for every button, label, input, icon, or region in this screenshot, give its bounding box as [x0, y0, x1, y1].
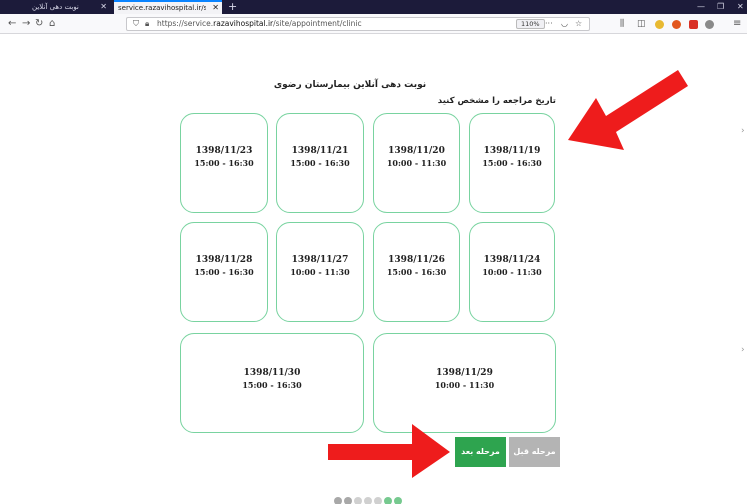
slot-date: 1398/11/23 — [195, 146, 253, 156]
annotation-arrow-icon — [568, 70, 688, 150]
browser-tab-strip: نوبت دهی آنلاین ✕ service.razavihospital… — [0, 0, 747, 14]
slot-time: 15:00 - 16:30 — [194, 267, 254, 277]
step-dot — [384, 497, 392, 504]
account-icon[interactable] — [705, 20, 714, 29]
slot-time: 15:00 - 16:30 — [482, 158, 542, 168]
slot-date: 1398/11/24 — [483, 255, 541, 265]
slot-date: 1398/11/29 — [436, 368, 493, 378]
slot-date: 1398/11/28 — [195, 255, 253, 265]
appointment-slot[interactable]: 1398/11/20 10:00 - 11:30 — [373, 113, 460, 213]
extension-icon[interactable] — [655, 20, 664, 29]
step-dot — [394, 497, 402, 504]
slot-date: 1398/11/30 — [243, 368, 301, 378]
slot-time: 15:00 - 16:30 — [386, 267, 447, 277]
step-dot — [374, 497, 382, 504]
step-dot — [354, 497, 362, 504]
step-dot — [334, 497, 342, 504]
appointment-slot[interactable]: 1398/11/19 15:00 - 16:30 — [469, 113, 555, 213]
tab-title: service.razavihospital.ir/site/appoin — [118, 4, 206, 12]
opera-icon[interactable] — [672, 20, 681, 29]
page-edge-mark: › — [741, 126, 745, 136]
appointment-slot[interactable]: 1398/11/21 15:00 - 16:30 — [276, 113, 364, 213]
bookmark-star-icon[interactable]: ☆ — [575, 18, 582, 30]
slot-date: 1398/11/26 — [388, 255, 445, 265]
slot-time: 10:00 - 11:30 — [290, 267, 350, 277]
appointment-slot[interactable]: 1398/11/26 15:00 - 16:30 — [373, 222, 460, 322]
shield-icon[interactable]: ⛉ — [133, 18, 139, 30]
window-close-icon[interactable]: ✕ — [737, 0, 744, 14]
appointment-slot[interactable]: 1398/11/29 10:00 - 11:30 — [373, 333, 556, 433]
library-icon[interactable]: ⫼ — [620, 17, 624, 31]
select-date-instruction: تاریخ مراجعه را مشخص کنید — [437, 96, 556, 106]
appointment-slot[interactable]: 1398/11/27 10:00 - 11:30 — [276, 222, 364, 322]
new-tab-icon[interactable]: + — [228, 0, 237, 13]
annotation-arrow-icon — [328, 424, 450, 478]
menu-icon[interactable]: ≡ — [733, 17, 741, 31]
appointment-slot[interactable]: 1398/11/28 15:00 - 16:30 — [180, 222, 268, 322]
slot-time: 10:00 - 11:30 — [434, 380, 495, 390]
slot-time: 15:00 - 16:30 — [242, 380, 302, 390]
lock-icon[interactable]: 🔒︎ — [145, 18, 149, 30]
slot-time: 10:00 - 11:30 — [386, 158, 447, 168]
restore-icon[interactable]: ❐ — [717, 0, 724, 14]
slot-time: 15:00 - 16:30 — [290, 158, 350, 168]
page-actions-menu[interactable]: ··· — [545, 18, 553, 30]
pdf-extension-icon[interactable] — [689, 20, 698, 29]
appointment-slot[interactable]: 1398/11/24 10:00 - 11:30 — [469, 222, 555, 322]
slot-time: 15:00 - 16:30 — [194, 158, 254, 168]
tab-title: نوبت دهی آنلاین — [32, 3, 79, 11]
previous-step-button[interactable]: مرحله قبل — [509, 437, 560, 467]
slot-date: 1398/11/19 — [483, 146, 541, 156]
browser-tab-appointment[interactable]: نوبت دهی آنلاین ✕ — [28, 0, 110, 14]
browser-tab-active[interactable]: service.razavihospital.ir/site/appoin ✕ — [114, 0, 222, 14]
url-prefix: https://service. — [157, 19, 214, 28]
step-progress-indicator — [334, 490, 404, 504]
close-icon[interactable]: ✕ — [100, 0, 107, 14]
close-icon[interactable]: ✕ — [212, 2, 219, 14]
url-domain: razavihospital.ir — [213, 19, 274, 28]
url-text[interactable]: https://service.razavihospital.ir/site/a… — [157, 18, 362, 30]
slot-date: 1398/11/20 — [388, 146, 445, 156]
appointment-slot[interactable]: 1398/11/23 15:00 - 16:30 — [180, 113, 268, 213]
browser-toolbar: ← → ↻ ⌂ ⛉ 🔒︎ https://service.razavihospi… — [0, 14, 747, 34]
address-bar[interactable]: ⛉ 🔒︎ https://service.razavihospital.ir/s… — [126, 17, 590, 31]
slot-time: 10:00 - 11:30 — [482, 267, 542, 277]
url-path: /site/appointment/clinic — [273, 19, 362, 28]
minimize-icon[interactable]: — — [697, 0, 705, 14]
next-step-button[interactable]: مرحله بعد — [455, 437, 506, 467]
slot-date: 1398/11/27 — [291, 255, 349, 265]
sidebar-icon[interactable]: ◫ — [637, 17, 646, 31]
reload-icon[interactable]: ↻ — [35, 17, 43, 31]
page-title: نوبت دهی آنلاین بیمارستان رضوی — [273, 80, 427, 90]
forward-icon[interactable]: → — [22, 17, 30, 31]
step-dot — [344, 497, 352, 504]
appointment-slot[interactable]: 1398/11/30 15:00 - 16:30 — [180, 333, 364, 433]
slot-date: 1398/11/21 — [291, 146, 349, 156]
pocket-icon[interactable]: ◡ — [561, 18, 568, 30]
back-icon[interactable]: ← — [8, 17, 16, 31]
page-edge-mark: › — [741, 345, 745, 355]
home-icon[interactable]: ⌂ — [49, 17, 55, 31]
step-dot — [364, 497, 372, 504]
zoom-level[interactable]: 110% — [516, 19, 545, 29]
